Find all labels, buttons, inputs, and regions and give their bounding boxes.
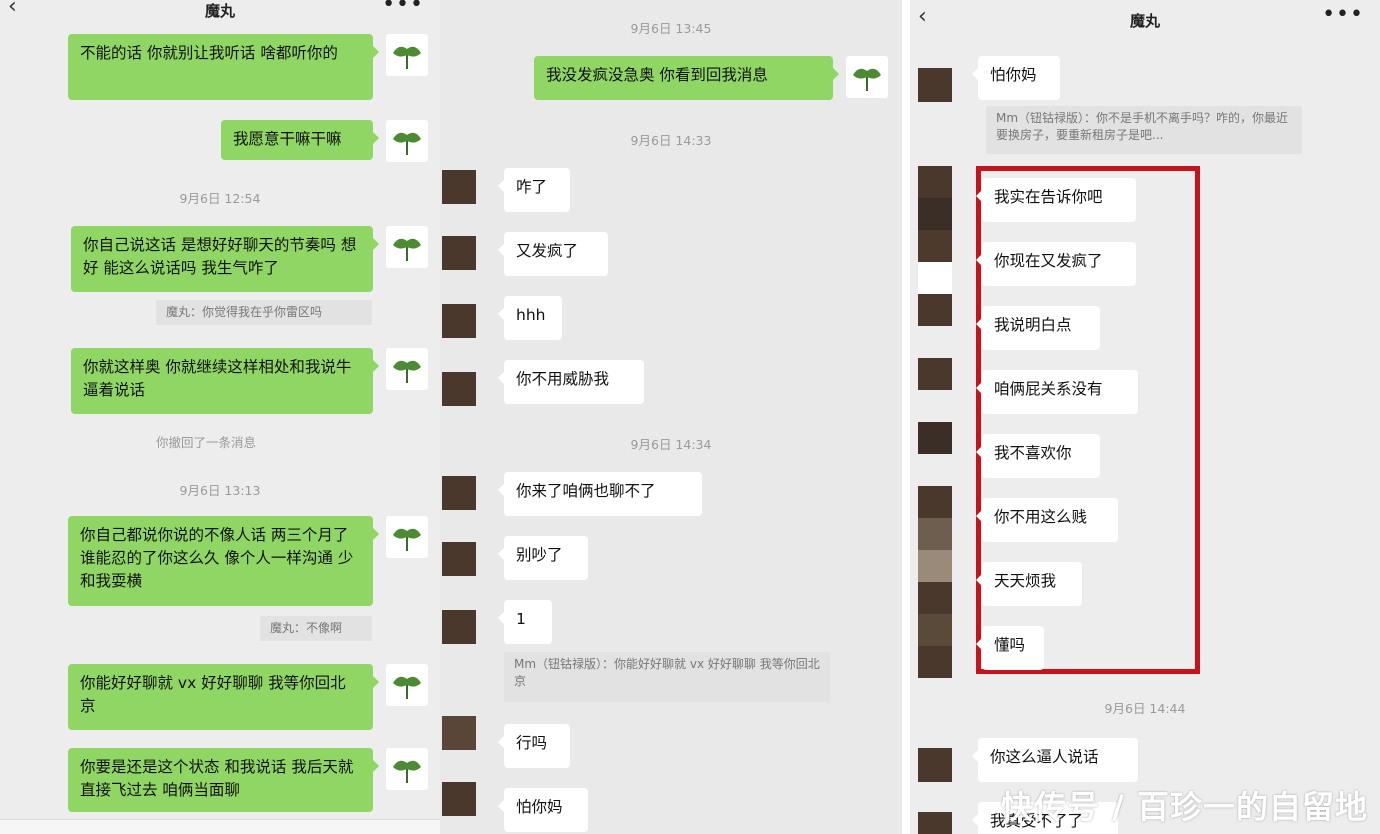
- avatar[interactable]: [386, 348, 428, 390]
- timestamp: 9月6日 13:13: [179, 483, 261, 498]
- avatar[interactable]: [386, 34, 428, 76]
- timestamp: 9月6日 14:33: [630, 133, 712, 148]
- avatar-column: [918, 166, 952, 678]
- avatar[interactable]: [442, 236, 476, 270]
- message-bubble-sent[interactable]: 我愿意干嘛干嘛: [221, 120, 379, 160]
- recall-notice: 你撤回了一条消息: [156, 435, 257, 450]
- message-bubble-sent[interactable]: 我没发疯没急奥 你看到回我消息: [534, 56, 839, 100]
- quoted-message[interactable]: 魔丸：不像啊: [260, 616, 372, 641]
- message-bubble-received[interactable]: 咋了: [498, 168, 570, 212]
- avatar[interactable]: [442, 170, 476, 204]
- message-bubble-received[interactable]: 你不用威胁我: [498, 360, 644, 404]
- plant-avatar-icon: [393, 360, 421, 383]
- quoted-message[interactable]: Mm（钮钴禄版）：你能好好聊就 vx 好好聊聊 我等你回北京: [504, 652, 830, 702]
- plant-avatar-icon: [393, 676, 421, 699]
- message-bubble-received[interactable]: 怕你妈: [972, 56, 1060, 100]
- avatar[interactable]: [442, 716, 476, 750]
- input-bar[interactable]: [0, 819, 440, 834]
- avatar[interactable]: [442, 476, 476, 510]
- message-bubble-received[interactable]: 你这么逼人说话: [972, 738, 1138, 782]
- avatar[interactable]: [918, 812, 952, 834]
- message-bubble-received[interactable]: 我说明白点: [976, 306, 1100, 350]
- chat-panel-middle: 9月6日 13:45 我没发疯没急奥 你看到回我消息 9月6日 14:33 咋了…: [440, 0, 902, 834]
- avatar[interactable]: [386, 120, 428, 162]
- timestamp: 9月6日 12:54: [179, 191, 261, 206]
- plant-avatar-icon: [393, 46, 421, 69]
- watermark: 快传号 / 百珍一的自留地: [1001, 788, 1368, 826]
- message-bubble-received[interactable]: hhh: [498, 296, 562, 340]
- message-bubble-received[interactable]: 你不用这么贱: [976, 498, 1118, 542]
- message-bubble-received[interactable]: 1: [498, 600, 552, 644]
- message-bubble-received[interactable]: 别吵了: [498, 536, 588, 580]
- chat-header: ‹ 魔丸 •••: [0, 0, 440, 24]
- message-bubble-received[interactable]: 我不喜欢你: [976, 434, 1100, 478]
- chat-panel-right: ‹ 魔丸 ••• 怕你妈 Mm（钮钴禄版）：你不是手机不离手吗？咋的，你最近要换…: [910, 0, 1380, 834]
- message-bubble-received[interactable]: 天天烦我: [976, 562, 1082, 606]
- avatar[interactable]: [442, 542, 476, 576]
- timestamp: 9月6日 14:44: [1104, 701, 1186, 716]
- more-options-icon[interactable]: •••: [382, 0, 424, 17]
- message-bubble-sent[interactable]: 你就这样奥 你就继续这样相处和我说牛逼着说话: [71, 348, 379, 414]
- avatar[interactable]: [386, 226, 428, 268]
- chat-title: 魔丸: [1129, 12, 1160, 30]
- message-bubble-received[interactable]: 懂吗: [976, 626, 1044, 670]
- chat-title: 魔丸: [204, 2, 235, 20]
- avatar[interactable]: [442, 610, 476, 644]
- chat-panel-left: ‹ 魔丸 ••• 不能的话 你就别让我听话 啥都听你的 我愿意干嘛干嘛 9月6日…: [0, 0, 440, 834]
- chat-header: ‹ 魔丸 •••: [910, 2, 1380, 34]
- avatar[interactable]: [386, 516, 428, 558]
- message-bubble-received[interactable]: 行吗: [498, 724, 570, 768]
- message-bubble-received[interactable]: 咱俩屁关系没有: [976, 370, 1138, 414]
- message-bubble-sent[interactable]: 你要是还是这个状态 和我说话 我后天就直接飞过去 咱俩当面聊: [68, 748, 379, 812]
- plant-avatar-icon: [393, 760, 421, 783]
- timestamp: 9月6日 13:45: [630, 21, 712, 36]
- avatar[interactable]: [918, 68, 952, 102]
- message-bubble-received[interactable]: 你来了咱俩也聊不了: [498, 472, 702, 516]
- quoted-message[interactable]: Mm（钮钴禄版）：你不是手机不离手吗？咋的，你最近要换房子，要重新租房子是吧..…: [986, 106, 1302, 154]
- message-bubble-received[interactable]: 又发疯了: [498, 232, 608, 276]
- plant-avatar-icon: [853, 68, 881, 91]
- avatar[interactable]: [442, 782, 476, 816]
- message-bubble-sent[interactable]: 不能的话 你就别让我听话 啥都听你的: [68, 34, 379, 100]
- plant-avatar-icon: [393, 132, 421, 155]
- message-bubble-sent[interactable]: 你自己说这话 是想好好聊天的节奏吗 想好 能这么说话吗 我生气咋了: [71, 226, 379, 292]
- avatar[interactable]: [442, 304, 476, 338]
- timestamp: 9月6日 14:34: [630, 437, 712, 452]
- message-bubble-received[interactable]: 怕你妈: [498, 788, 588, 832]
- avatar[interactable]: [442, 372, 476, 406]
- avatar[interactable]: [846, 56, 888, 98]
- quoted-message[interactable]: 魔丸：你觉得我在乎你雷区吗: [156, 300, 372, 325]
- avatar[interactable]: [386, 664, 428, 706]
- plant-avatar-icon: [393, 528, 421, 551]
- message-bubble-sent[interactable]: 你能好好聊就 vx 好好聊聊 我等你回北京: [68, 664, 379, 730]
- message-bubble-received[interactable]: 我实在告诉你吧: [976, 178, 1136, 222]
- message-bubble-sent[interactable]: 你自己都说你说的不像人话 两三个月了 谁能忍的了你这么久 像个人一样沟通 少和我…: [68, 516, 379, 606]
- plant-avatar-icon: [393, 238, 421, 261]
- message-bubble-received[interactable]: 你现在又发疯了: [976, 242, 1136, 286]
- avatar[interactable]: [918, 748, 952, 782]
- avatar[interactable]: [386, 748, 428, 790]
- more-options-icon[interactable]: •••: [1322, 2, 1364, 27]
